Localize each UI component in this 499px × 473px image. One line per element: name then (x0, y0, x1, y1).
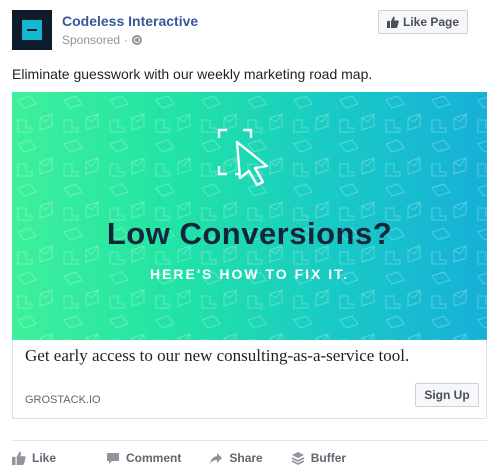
buffer-action-label: Buffer (310, 451, 347, 465)
sponsored-label[interactable]: Sponsored (62, 33, 120, 47)
like-page-button[interactable]: Like Page (378, 10, 468, 34)
sponsored-separator: · (124, 33, 129, 47)
like-action-label: Like (32, 451, 57, 465)
ad-title: Low Conversions? (106, 216, 393, 251)
sign-up-button[interactable]: Sign Up (415, 383, 479, 407)
globe-icon[interactable] (132, 35, 143, 45)
thumbs-up-icon (12, 451, 26, 465)
like-action-button[interactable]: Like (12, 451, 56, 465)
codeless-logo-icon (22, 20, 42, 40)
share-action-label: Share (229, 451, 263, 465)
page-avatar[interactable] (12, 10, 52, 50)
like-page-label: Like Page (402, 15, 460, 29)
page-name-link[interactable]: Codeless Interactive (62, 13, 198, 29)
buffer-action-button[interactable]: Buffer (291, 451, 346, 465)
post-actions-bar: Like Comment Share Buffer (12, 449, 374, 467)
ad-headline[interactable]: Get early access to our new consulting-a… (25, 346, 409, 366)
ad-subtitle: HERE'S HOW TO FIX IT. (149, 266, 350, 282)
ad-domain: GROSTACK.IO (25, 394, 101, 406)
buffer-icon (291, 452, 305, 465)
share-action-button[interactable]: Share (209, 451, 263, 465)
post-text: Eliminate guesswork with our weekly mark… (12, 66, 373, 82)
post-header: Codeless Interactive Sponsored · Like Pa… (12, 10, 487, 56)
cursor-click-icon (217, 128, 269, 186)
thumbs-up-icon (386, 16, 399, 28)
ad-link-footer[interactable]: Get early access to our new consulting-a… (12, 340, 487, 419)
share-icon (210, 452, 223, 464)
sponsored-line: Sponsored · (62, 33, 143, 47)
comment-action-button[interactable]: Comment (106, 451, 181, 465)
comment-icon (107, 452, 120, 464)
comment-action-label: Comment (126, 451, 182, 465)
ad-image[interactable]: Low Conversions? HERE'S HOW TO FIX IT. (12, 92, 487, 340)
actions-divider (12, 440, 487, 441)
